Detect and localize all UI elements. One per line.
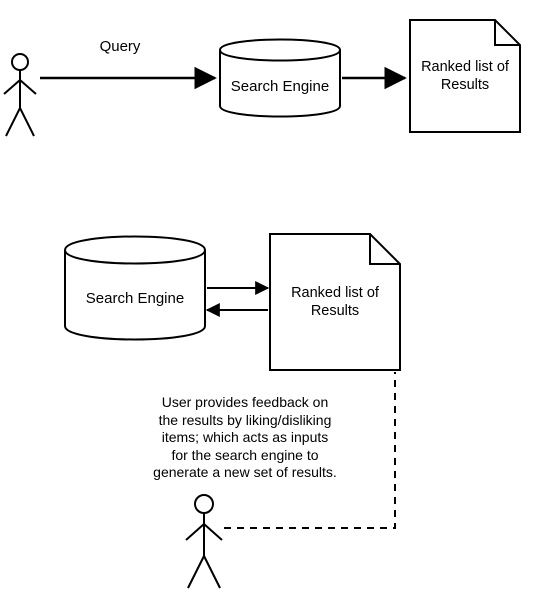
results-label-bottom: Ranked list of Results bbox=[276, 284, 394, 320]
results-label-top: Ranked list of Results bbox=[412, 58, 518, 94]
search-engine-label-top: Search Engine bbox=[222, 78, 338, 97]
user-actor-bottom-icon bbox=[186, 495, 222, 588]
feedback-description: User provides feedback on the results by… bbox=[130, 394, 360, 482]
search-engine-cylinder-bottom bbox=[65, 237, 205, 340]
query-label: Query bbox=[80, 38, 160, 57]
search-engine-label-bottom: Search Engine bbox=[70, 290, 200, 309]
user-actor-icon bbox=[4, 54, 36, 136]
